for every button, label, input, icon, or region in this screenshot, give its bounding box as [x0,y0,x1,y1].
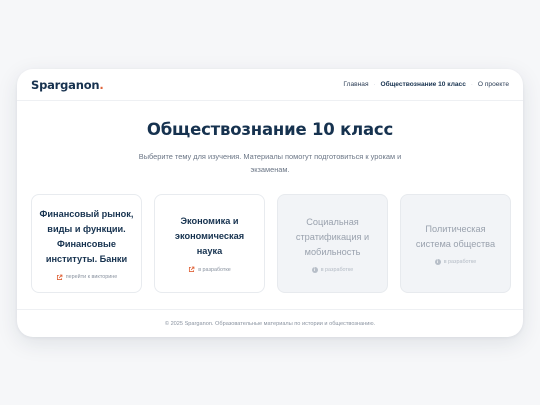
header: Sparganon. Главная · Обществознание 10 к… [17,69,523,101]
topic-card-status-label: в разработке [198,266,231,273]
topic-card-political-system: Политическая система общества i в разраб… [400,194,511,293]
nav-link-about[interactable]: О проекте [478,81,509,88]
topic-card-status[interactable]: перейти к викторине [56,274,117,281]
external-link-icon [189,266,195,273]
topic-card-status: i в разработке [311,266,354,273]
topic-card-title: Экономика и экономическая наука [174,216,245,256]
topic-card-status-label: перейти к викторине [65,274,118,280]
topic-card-social-stratification: Социальная стратификация и мобильность i… [277,194,388,293]
nav-separator: · [470,81,473,88]
main-nav: Главная · Обществознание 10 класс · О пр… [343,81,509,88]
topic-card-title: Социальная стратификация и мобильность [295,216,370,257]
page-title: Обществознание 10 класс [146,120,394,139]
brand-name: Sparganon [31,77,100,92]
topic-cards: Финансовый рынок, виды и функции. Финанс… [31,194,511,293]
nav-separator: · [373,81,376,88]
topic-card-status: в разработке [188,266,231,273]
info-icon: i [311,266,318,273]
topic-card-title: Финансовый рынок, виды и функции. Финанс… [39,208,134,264]
footer-text: © 2025 Sparganon. Образовательные матери… [164,320,376,327]
brand-dot: . [99,77,104,92]
nav-link-home[interactable]: Главная [343,81,368,88]
page-subtitle: Выберите тему для изучения. Материалы по… [138,152,402,174]
nav-link-social-studies[interactable]: Обществознание 10 класс [381,81,466,88]
topic-card-status-label: в разработке [320,266,354,273]
topic-card-financial-market[interactable]: Финансовый рынок, виды и функции. Финанс… [31,194,142,293]
topic-card-economics[interactable]: Экономика и экономическая наука в разраб… [154,194,265,293]
topic-card-title: Политическая система общества [415,224,496,249]
app-window: Sparganon. Главная · Обществознание 10 к… [17,69,523,337]
footer: © 2025 Sparganon. Образовательные матери… [17,309,523,337]
external-link-icon [56,274,63,280]
topic-card-status: i в разработке [434,259,477,265]
info-icon: i [434,259,441,265]
hero: Обществознание 10 класс Выберите тему дл… [17,101,523,176]
topic-card-status-label: в разработке [443,259,477,265]
brand-logo[interactable]: Sparganon. [31,78,104,92]
